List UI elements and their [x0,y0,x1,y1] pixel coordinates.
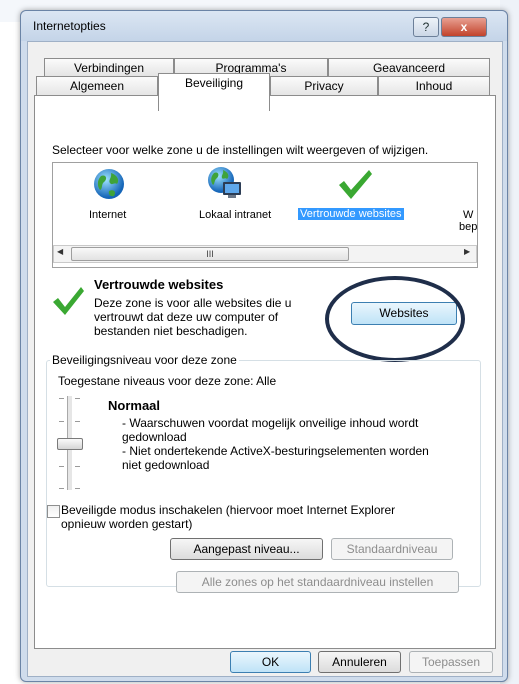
slider-tick [59,488,64,489]
globe-icon [94,169,124,199]
level-bullet-1: - Waarschuwen voordat mogelijk onveilige… [122,416,419,430]
scroll-right-arrow[interactable]: ▶ [464,247,470,256]
security-level-group-title: Beveiligingsniveau voor deze zone [50,353,239,367]
checkmark-icon [339,170,372,199]
zone-instruction: Selecteer voor welke zone u de instellin… [52,143,429,157]
slider-tick [59,421,64,422]
scroll-left-arrow[interactable]: ◀ [57,247,63,256]
reset-all-zones-button[interactable]: Alle zones op het standaardniveau instel… [176,571,459,593]
tab-privacy[interactable]: Privacy [270,76,378,96]
zone-restricted-label[interactable]: W [463,209,473,221]
intranet-icon [208,167,241,198]
zone-restricted-label-line2: bep [459,221,478,233]
tab-algemeen[interactable]: Algemeen [36,76,158,96]
level-bullet-2: - Niet ondertekende ActiveX-besturingsel… [122,444,429,458]
zone-intranet-label[interactable]: Lokaal intranet [199,209,271,221]
security-level-name: Normaal [108,398,161,413]
zone-trusted-label[interactable]: Vertrouwde websites [298,208,404,220]
slider-tick [75,421,80,422]
selected-zone-title: Vertrouwde websites [94,277,224,292]
protected-mode-label-line1[interactable]: Beveiligde modus inschakelen (hiervoor m… [61,503,395,517]
level-bullet-2-cont: niet gedownload [122,458,210,472]
zone-internet-label[interactable]: Internet [89,209,126,221]
scroll-thumb[interactable]: III [71,247,349,261]
slider-tick [59,398,64,399]
trusted-zone-check-icon [53,287,84,315]
level-bullet-1-cont: gedownload [122,430,187,444]
close-button[interactable]: x [441,17,487,37]
tab-inhoud[interactable]: Inhoud [378,76,490,96]
tab-geavanceerd[interactable]: Geavanceerd [328,58,490,76]
protected-mode-label-line2[interactable]: opnieuw worden gestart) [61,517,192,531]
ok-button[interactable]: OK [230,651,311,673]
apply-button[interactable]: Toepassen [409,651,493,673]
zone-list-scrollbar[interactable]: ◀ III ▶ [53,245,477,263]
cancel-button[interactable]: Annuleren [318,651,401,673]
security-tab-panel: Selecteer voor welke zone u de instellin… [34,95,496,649]
dialog-client-area: Verbindingen Programma's Geavanceerd Alg… [27,41,503,677]
zone-description-line1: Deze zone is voor alle websites die u [94,296,292,310]
slider-tick [59,466,64,467]
protected-mode-checkbox[interactable] [47,505,60,518]
internet-options-dialog: Internetopties ? x Verbindingen Programm… [20,10,508,682]
tab-verbindingen[interactable]: Verbindingen [44,58,174,76]
title-bar[interactable]: Internetopties ? x [21,11,507,41]
allowed-levels-text: Toegestane niveaus voor deze zone: Alle [58,374,277,388]
tab-beveiliging[interactable]: Beveiliging [158,73,270,111]
security-slider-thumb[interactable] [57,438,83,450]
custom-level-button[interactable]: Aangepast niveau... [170,538,323,560]
slider-tick [75,488,80,489]
help-button[interactable]: ? [413,17,439,37]
annotation-circle [325,276,465,362]
window-title: Internetopties [33,19,106,33]
zone-description-line2: vertrouwt dat deze uw computer of [94,310,279,324]
zone-list[interactable]: Internet Lokaal intranet Vertrouwde webs [52,162,478,268]
slider-tick [75,466,80,467]
slider-tick [75,398,80,399]
default-level-button[interactable]: Standaardniveau [331,538,453,560]
zone-description-line3: bestanden niet beschadigen. [94,324,248,338]
